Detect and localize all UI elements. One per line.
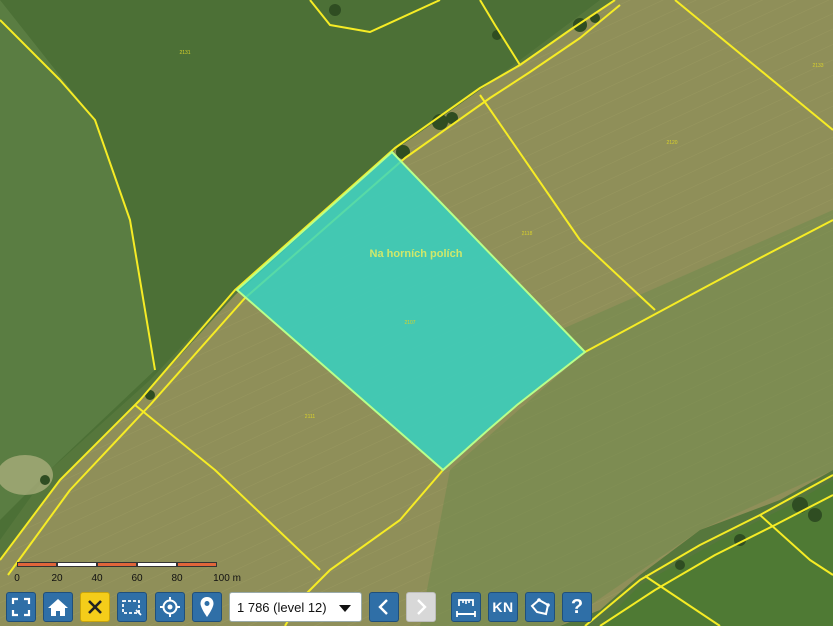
close-icon xyxy=(88,600,102,614)
home-icon xyxy=(48,599,68,616)
scale-segment xyxy=(57,562,97,567)
chevron-left-icon xyxy=(378,599,388,615)
place-name-label: Na horních polích xyxy=(370,248,463,260)
measure-area-button[interactable] xyxy=(525,592,555,622)
kn-layer-icon: KN xyxy=(492,599,514,615)
measure-icon xyxy=(456,599,476,617)
parcel-number: 2120 xyxy=(666,140,677,146)
scale-label: 20 xyxy=(51,573,63,584)
parcel-number: 2133 xyxy=(812,63,823,69)
scale-segment xyxy=(177,562,217,567)
parcel-number: 2118 xyxy=(522,231,533,237)
fullscreen-button[interactable] xyxy=(6,592,36,622)
clear-selection-button[interactable] xyxy=(80,592,110,622)
help-button[interactable]: ? xyxy=(562,592,592,622)
map-pin-button[interactable] xyxy=(192,592,222,622)
scale-label: 100 m xyxy=(213,573,241,584)
parcel-number: 2107 xyxy=(404,320,415,326)
map-toolbar: 1 786 (level 12) KN ? xyxy=(0,590,833,626)
scale-label: 60 xyxy=(131,573,143,584)
scale-label: 80 xyxy=(171,573,183,584)
measure-distance-button[interactable] xyxy=(451,592,481,622)
help-icon: ? xyxy=(570,595,584,618)
parcel-number: 2131 xyxy=(179,50,190,56)
chevron-right-icon xyxy=(417,599,427,615)
zoom-level-value: 1 786 (level 12) xyxy=(237,600,327,615)
select-rectangle-button[interactable] xyxy=(117,592,147,622)
previous-view-button[interactable] xyxy=(369,592,399,622)
cadastral-map[interactable]: Na horních polích 2131 2133 2120 2118 21… xyxy=(0,0,833,626)
scale-segment xyxy=(97,562,137,567)
parcel-number: 2111 xyxy=(305,414,316,420)
kn-layer-button[interactable]: KN xyxy=(488,592,518,622)
scale-label: 40 xyxy=(91,573,103,584)
home-button[interactable] xyxy=(43,592,73,622)
chevron-down-icon xyxy=(339,605,351,612)
scale-segment xyxy=(17,562,57,567)
map-pin-icon xyxy=(200,597,214,617)
next-view-button[interactable] xyxy=(406,592,436,622)
locate-gps-icon xyxy=(160,597,180,617)
scale-label: 0 xyxy=(14,573,20,584)
scale-bar: 0 20 40 60 80 100 m xyxy=(10,560,241,586)
zoom-level-select[interactable]: 1 786 (level 12) xyxy=(229,592,362,622)
select-rectangle-icon xyxy=(122,600,142,616)
scale-segment xyxy=(137,562,177,567)
locate-gps-button[interactable] xyxy=(155,592,185,622)
area-measure-icon xyxy=(530,598,550,616)
fullscreen-icon xyxy=(11,597,31,617)
